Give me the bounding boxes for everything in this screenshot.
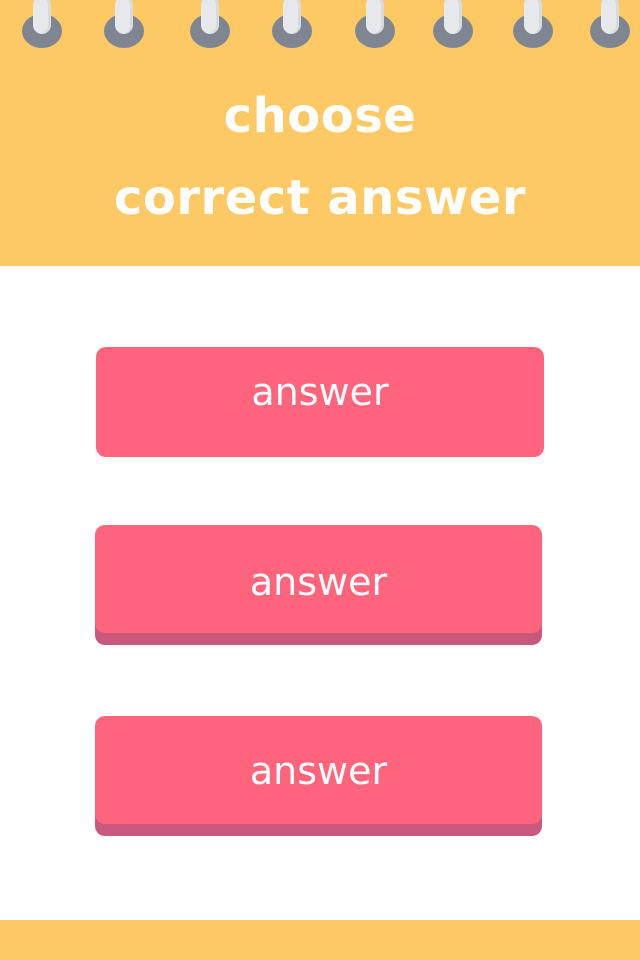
notebook-footer (0, 920, 640, 960)
spiral-ring-icon (190, 0, 230, 48)
answer-button-2[interactable]: answer (95, 525, 542, 633)
spiral-ring-icon (513, 0, 553, 48)
page-title-line1: choose (223, 88, 417, 144)
answer-button-1[interactable]: answer (96, 347, 544, 457)
answer-label: answer (251, 370, 389, 414)
spiral-ring-icon (433, 0, 473, 48)
answer-label: answer (249, 749, 388, 793)
spiral-ring-icon (590, 0, 630, 48)
spiral-ring-icon (104, 0, 144, 48)
answer-button-3[interactable]: answer (95, 716, 542, 824)
spiral-ring-icon (355, 0, 395, 48)
spiral-ring-icon (22, 0, 62, 48)
answer-label: answer (249, 560, 388, 604)
page-title-line2: correct answer (113, 170, 527, 226)
notebook-header: choose correct answer (0, 0, 640, 266)
spiral-ring-icon (272, 0, 312, 48)
